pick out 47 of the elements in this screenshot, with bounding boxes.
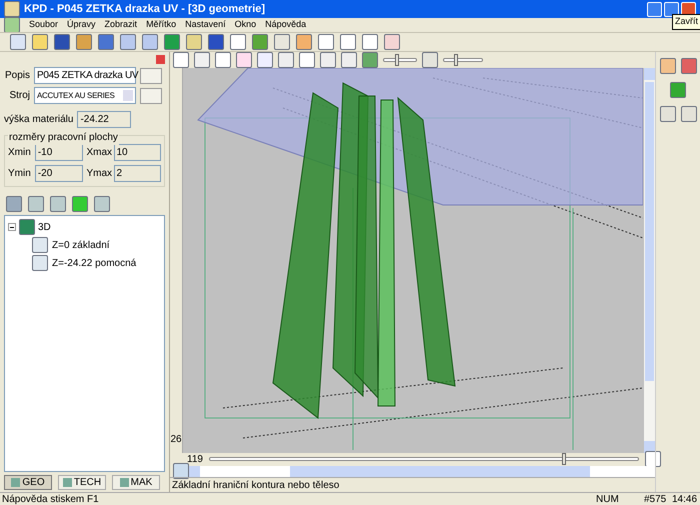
input-field[interactable]: 10 [114, 144, 161, 161]
menu-item[interactable]: Okno [234, 18, 256, 32]
ruler-label: 119 [187, 452, 203, 466]
minimize-button[interactable] [647, 2, 662, 16]
tab[interactable]: TECH [58, 475, 106, 490]
field-label: výška materiálu [4, 113, 74, 127]
input-field[interactable]: -24.22 [77, 111, 132, 128]
tooltip: Zavřít [672, 14, 700, 30]
collapse-icon[interactable] [8, 223, 16, 231]
vertical-scrollbar[interactable] [644, 68, 655, 453]
menu-item[interactable]: Nápověda [265, 18, 306, 32]
tree-item[interactable]: 3D [38, 220, 51, 234]
restore-button[interactable] [664, 2, 679, 16]
tab[interactable]: GEO [4, 475, 52, 490]
field-label: Popis [4, 69, 30, 83]
status-text: #575 [644, 492, 668, 505]
tool-button[interactable] [140, 68, 162, 84]
menu-item[interactable]: Soubor [29, 18, 58, 32]
hint-text: Základní hraniční kontura nebo těleso [170, 477, 655, 492]
status-text: 14:46 [672, 492, 698, 505]
slider-thumb[interactable] [562, 453, 566, 465]
field-label: Ymin [8, 167, 32, 181]
tab[interactable]: MAK [112, 475, 160, 490]
status-text: NUM [596, 492, 620, 505]
ruler-label: 26 [170, 433, 182, 447]
window-title: KPD - P045 ZETKA drazka UV - [3D geometrie] [24, 2, 266, 17]
field-label: Ymax [86, 167, 112, 181]
status-text: Nápověda stiskem F1 [2, 492, 99, 505]
group-title: rozměry pracovní plochy [8, 130, 119, 145]
field-label: Xmin [8, 146, 32, 160]
input-field[interactable]: -10 [34, 144, 82, 161]
machine-select[interactable]: ACCUTEX AU SERIES [34, 87, 136, 104]
tree-item[interactable]: Z=0 základní [52, 238, 110, 252]
horizontal-scrollbar[interactable] [189, 466, 655, 476]
menu-item[interactable]: Úpravy [67, 18, 96, 32]
field-label: Xmax [86, 146, 112, 160]
menu-item[interactable]: Zobrazit [104, 18, 138, 32]
tool-button[interactable] [140, 88, 162, 104]
menu-item[interactable]: Nastavení [185, 18, 226, 32]
slider-thumb[interactable] [395, 54, 400, 66]
field-label: Stroj [8, 89, 30, 103]
input-field[interactable]: -20 [34, 165, 82, 182]
slider-thumb[interactable] [454, 54, 458, 66]
input-field[interactable]: 2 [114, 165, 161, 182]
tree-item[interactable]: Z=-24.22 pomocná [52, 256, 136, 270]
input-field[interactable]: P045 ZETKA drazka UV [34, 67, 136, 84]
menu-item[interactable]: Měřítko [146, 18, 176, 32]
